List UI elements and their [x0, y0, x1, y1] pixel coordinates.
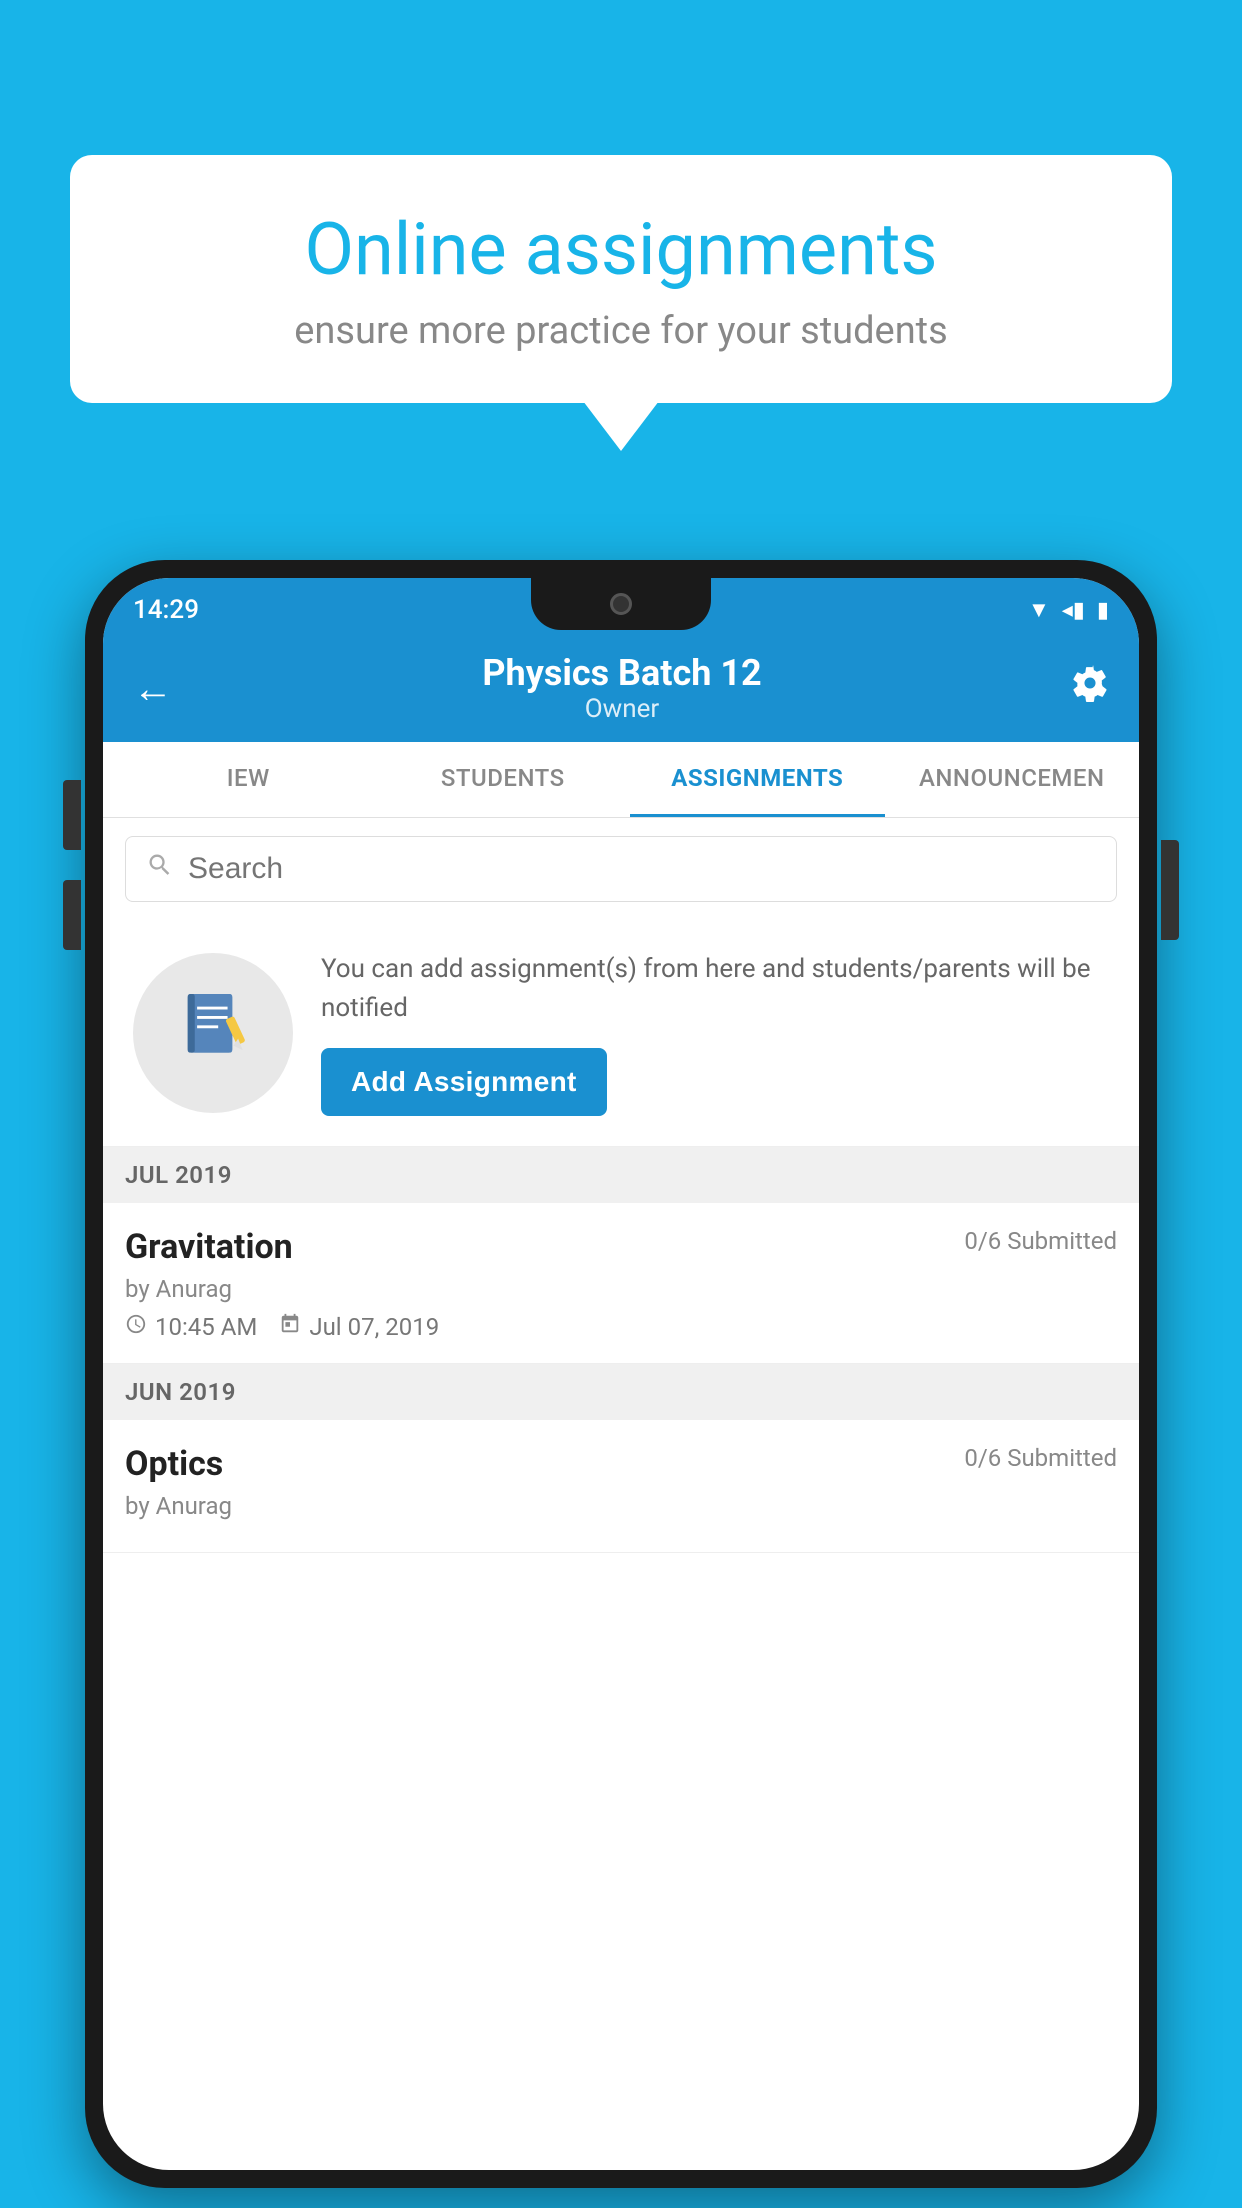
assignment-item-gravitation[interactable]: Gravitation 0/6 Submitted by Anurag 10:4…: [103, 1203, 1139, 1364]
app-header: ← Physics Batch 12 Owner: [103, 634, 1139, 742]
phone-notch: [531, 578, 711, 630]
phone-device: 14:29 ▼ ◂▮ ▮ ← Physics Batch 12 Owner: [85, 560, 1157, 2188]
assignment-time: 10:45 AM: [155, 1313, 257, 1341]
batch-title: Physics Batch 12: [173, 652, 1071, 694]
batch-subtitle: Owner: [173, 694, 1071, 724]
tabs-bar: IEW STUDENTS ASSIGNMENTS ANNOUNCEMEN: [103, 742, 1139, 818]
search-icon: [146, 851, 174, 887]
speech-bubble-container: Online assignments ensure more practice …: [70, 155, 1172, 403]
assignment-submitted-gravitation: 0/6 Submitted: [964, 1227, 1117, 1255]
month-separator-jul: JUL 2019: [103, 1147, 1139, 1203]
front-camera: [610, 593, 632, 615]
promo-text: You can add assignment(s) from here and …: [321, 950, 1117, 1028]
vol-up-button: [63, 780, 81, 850]
promo-icon-circle: [133, 953, 293, 1113]
calendar-icon: [279, 1313, 301, 1341]
speech-bubble-heading: Online assignments: [130, 210, 1112, 289]
add-assignment-button[interactable]: Add Assignment: [321, 1048, 607, 1116]
promo-card: You can add assignment(s) from here and …: [103, 920, 1139, 1147]
tab-assignments[interactable]: ASSIGNMENTS: [630, 742, 885, 817]
battery-icon: ▮: [1097, 598, 1109, 623]
assignment-by-optics: by Anurag: [125, 1492, 1117, 1520]
power-button: [1161, 840, 1179, 940]
assignment-name-optics: Optics: [125, 1444, 223, 1484]
tab-iew[interactable]: IEW: [103, 742, 376, 817]
month-separator-jun: JUN 2019: [103, 1364, 1139, 1420]
time-meta: 10:45 AM: [125, 1313, 257, 1341]
search-container: [103, 818, 1139, 920]
wifi-icon: ▼: [1028, 597, 1050, 623]
assignment-row-top-optics: Optics 0/6 Submitted: [125, 1444, 1117, 1484]
signal-icon: ◂▮: [1062, 598, 1085, 623]
status-time: 14:29: [133, 587, 199, 625]
assignment-name-gravitation: Gravitation: [125, 1227, 293, 1267]
speech-bubble-subtext: ensure more practice for your students: [130, 309, 1112, 353]
search-box[interactable]: [125, 836, 1117, 902]
search-input[interactable]: [188, 852, 1096, 886]
speech-bubble: Online assignments ensure more practice …: [70, 155, 1172, 403]
month-label-jun: JUN 2019: [125, 1378, 236, 1406]
phone-screen: 14:29 ▼ ◂▮ ▮ ← Physics Batch 12 Owner: [103, 578, 1139, 2170]
promo-content: You can add assignment(s) from here and …: [321, 950, 1117, 1116]
tab-students[interactable]: STUDENTS: [376, 742, 631, 817]
assignment-meta-gravitation: 10:45 AM Jul 07, 2019: [125, 1313, 1117, 1341]
clock-icon: [125, 1313, 147, 1341]
assignment-submitted-optics: 0/6 Submitted: [964, 1444, 1117, 1472]
tab-announcements[interactable]: ANNOUNCEMEN: [885, 742, 1140, 817]
vol-down-button: [63, 880, 81, 950]
date-meta: Jul 07, 2019: [279, 1313, 439, 1341]
month-label-jul: JUL 2019: [125, 1161, 232, 1189]
assignment-row-top: Gravitation 0/6 Submitted: [125, 1227, 1117, 1267]
assignment-by-gravitation: by Anurag: [125, 1275, 1117, 1303]
header-title-container: Physics Batch 12 Owner: [173, 652, 1071, 724]
status-icons: ▼ ◂▮ ▮: [1028, 589, 1109, 623]
assignment-item-optics[interactable]: Optics 0/6 Submitted by Anurag: [103, 1420, 1139, 1553]
assignment-date: Jul 07, 2019: [309, 1313, 439, 1341]
notebook-icon: [176, 987, 251, 1080]
settings-button[interactable]: [1071, 664, 1109, 712]
back-button[interactable]: ←: [133, 665, 173, 712]
